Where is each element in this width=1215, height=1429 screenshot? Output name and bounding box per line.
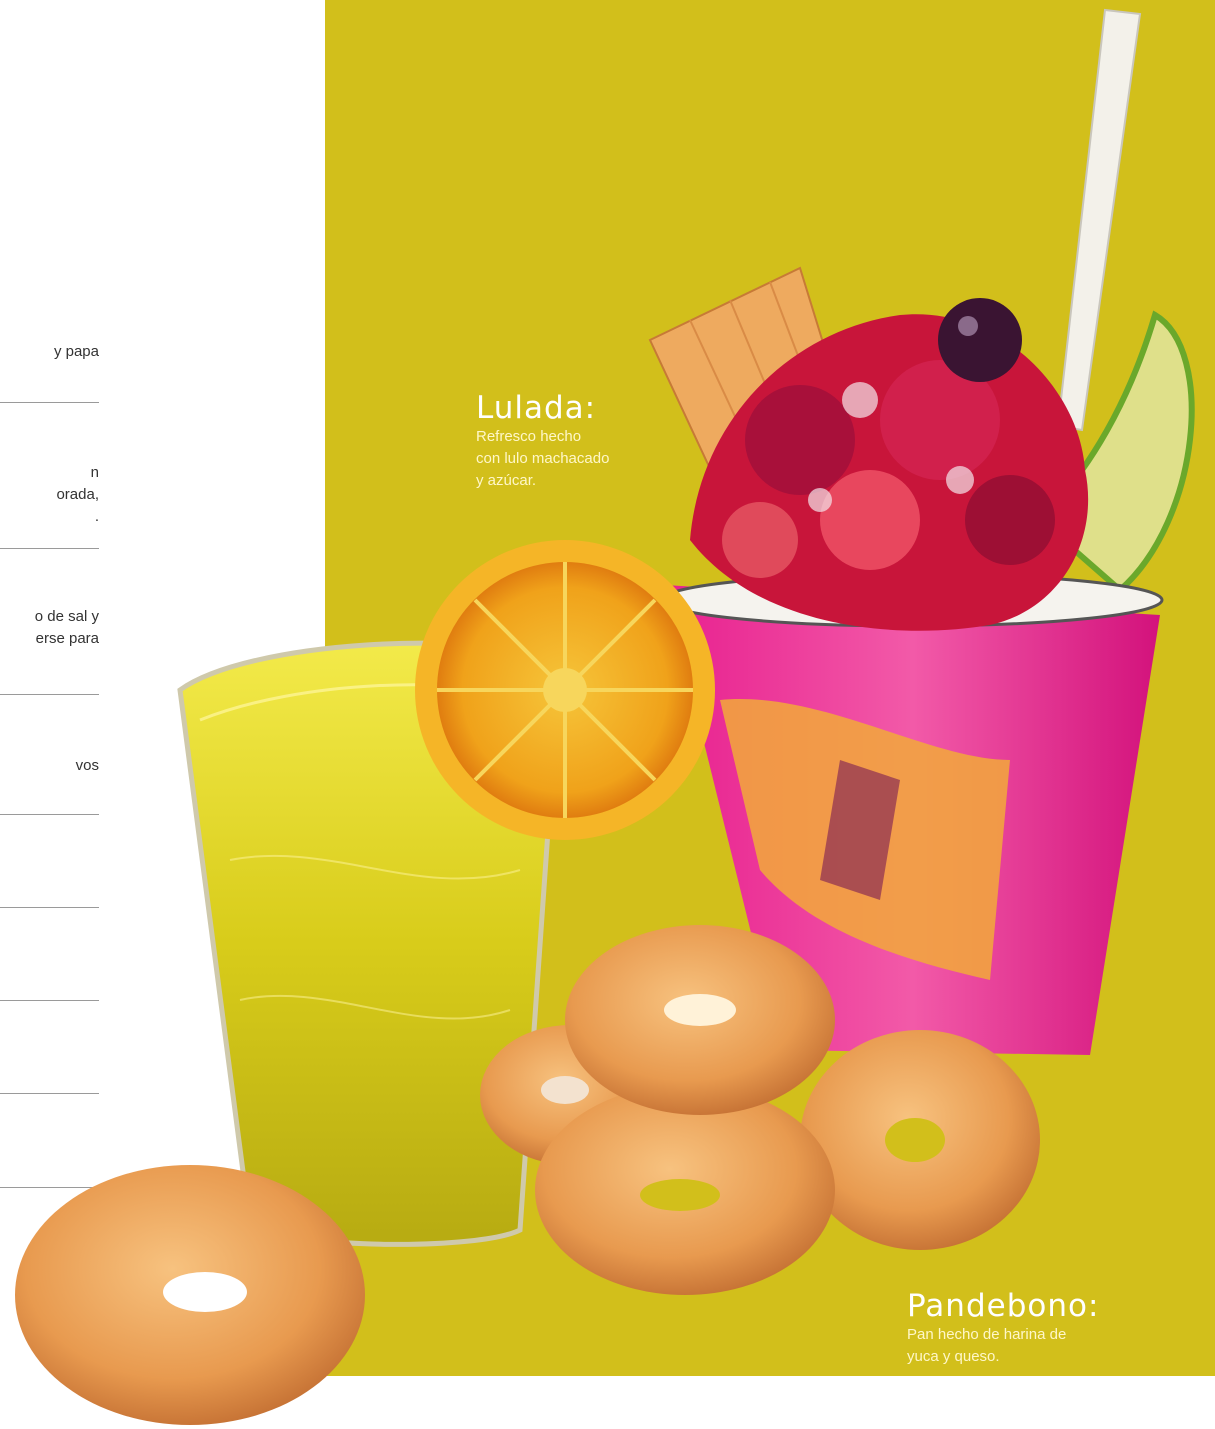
pandebono-desc-line: yuca y queso. — [907, 1348, 1000, 1365]
pandebono-title: Pandebono: — [907, 1288, 1100, 1324]
straw — [1056, 8, 1142, 432]
pandebono-desc-line: Pan hecho de harina de — [907, 1326, 1067, 1343]
pandebono-label: Pandebono: Pan hecho de harina de yuca y… — [907, 1288, 1099, 1368]
lulada-desc-line: y azúcar. — [476, 472, 537, 489]
lulada-label: Lulada: Refresco hecho con lulo machacad… — [476, 390, 609, 492]
lulada-desc-line: Refresco hecho — [476, 428, 582, 445]
orange-slice — [415, 540, 715, 840]
lulada-title: Lulada: — [476, 390, 597, 426]
food-illustration — [15, 8, 1195, 1425]
lulada-desc-line: con lulo machacado — [476, 450, 610, 467]
